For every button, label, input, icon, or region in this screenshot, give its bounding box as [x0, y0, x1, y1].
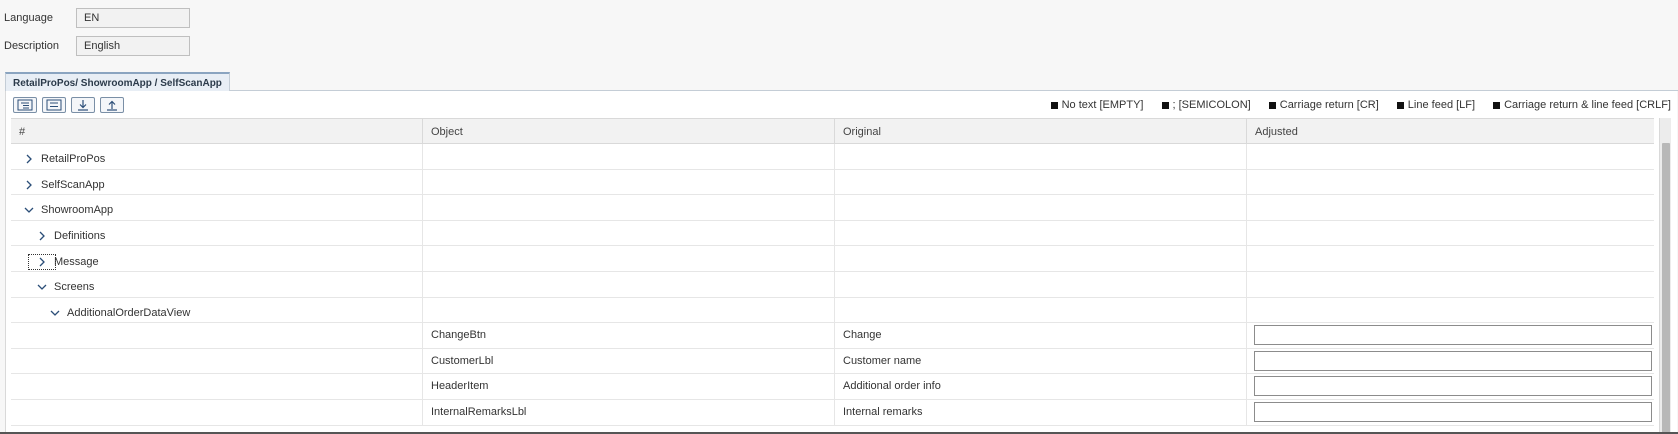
language-field[interactable]: EN	[76, 8, 190, 28]
tree-row[interactable]: SelfScanApp	[11, 169, 1654, 196]
language-label: Language	[4, 12, 53, 24]
upload-icon	[107, 100, 117, 111]
object-cell: InternalRemarksLbl	[423, 399, 835, 425]
chevron-down-icon[interactable]	[49, 307, 61, 319]
description-label: Description	[4, 40, 60, 52]
upload-button[interactable]	[100, 97, 124, 113]
square-icon	[1050, 101, 1058, 109]
column-header-adjusted[interactable]: Adjusted	[1247, 119, 1654, 143]
tree-row[interactable]: Screens	[11, 271, 1654, 298]
table-row: ChangeBtn Change	[11, 323, 1654, 349]
chevron-down-icon[interactable]	[36, 281, 48, 293]
description-field-row: Description English	[4, 36, 190, 56]
tree-node-label: AdditionalOrderDataView	[67, 306, 191, 319]
object-cell: HeaderItem	[423, 374, 835, 399]
square-icon	[1396, 101, 1404, 109]
tree-node-label: SelfScanApp	[41, 178, 105, 191]
expand-all-icon	[17, 99, 33, 111]
original-cell: Additional order info	[835, 374, 1247, 399]
legend-item-cr[interactable]: Carriage return [CR]	[1268, 99, 1379, 111]
adjusted-input[interactable]	[1254, 376, 1652, 397]
adjusted-input[interactable]	[1254, 401, 1652, 422]
table-row: HeaderItem Additional order info	[11, 374, 1654, 400]
tree-row[interactable]: Definitions	[11, 220, 1654, 247]
adjusted-input[interactable]	[1254, 350, 1652, 371]
special-characters-legend: No text [EMPTY] ; [SEMICOLON] Carriage r…	[1050, 99, 1671, 111]
legend-item-lf[interactable]: Line feed [LF]	[1396, 99, 1475, 111]
column-header-number[interactable]: #	[11, 119, 423, 143]
grid-toolbar	[13, 97, 124, 113]
download-button[interactable]	[71, 97, 95, 113]
collapse-all-button[interactable]	[42, 97, 66, 113]
collapse-all-icon	[46, 99, 62, 111]
original-cell: Customer name	[835, 348, 1247, 374]
square-icon	[1493, 101, 1501, 109]
tree-node-label: Definitions	[54, 230, 106, 243]
grid-header: # Object Original Adjusted	[11, 118, 1654, 144]
column-header-object[interactable]: Object	[423, 119, 835, 143]
translation-grid: # Object Original Adjusted RetailProPos …	[11, 118, 1654, 426]
chevron-down-icon[interactable]	[23, 204, 35, 216]
table-row: CustomerLbl Customer name	[11, 348, 1654, 375]
tree-row[interactable]: Message	[11, 246, 1654, 272]
adjusted-input[interactable]	[1254, 325, 1652, 346]
object-cell: ChangeBtn	[423, 323, 835, 348]
original-cell: Change	[835, 323, 1247, 348]
legend-item-semicolon[interactable]: ; [SEMICOLON]	[1161, 99, 1251, 111]
description-field[interactable]: English	[76, 36, 190, 56]
tab-retailpropos-showroomapp-selfscanapp[interactable]: RetailProPos/ ShowroomApp / SelfScanApp	[5, 72, 230, 91]
vertical-scrollbar[interactable]	[1659, 118, 1671, 434]
column-header-original[interactable]: Original	[835, 119, 1247, 143]
language-field-row: Language EN	[4, 8, 190, 28]
scrollbar-thumb[interactable]	[1662, 143, 1670, 434]
legend-item-crlf[interactable]: Carriage return & line feed [CRLF]	[1493, 99, 1671, 111]
tree-row[interactable]: AdditionalOrderDataView	[11, 297, 1654, 324]
chevron-right-icon[interactable]	[23, 153, 35, 165]
tree-node-label: RetailProPos	[41, 153, 106, 166]
chevron-right-icon[interactable]	[36, 230, 48, 242]
object-cell: CustomerLbl	[423, 348, 835, 374]
square-icon	[1161, 101, 1169, 109]
tree-node-label: ShowroomApp	[41, 204, 114, 217]
download-icon	[78, 100, 88, 111]
square-icon	[1268, 101, 1276, 109]
tree-node-label: Screens	[54, 281, 95, 294]
chevron-right-icon[interactable]	[28, 253, 56, 270]
chevron-right-icon[interactable]	[23, 179, 35, 191]
tree-row[interactable]: ShowroomApp	[11, 195, 1654, 221]
tree-node-label: Message	[54, 255, 99, 268]
legend-item-empty[interactable]: No text [EMPTY]	[1050, 99, 1144, 111]
original-cell: Internal remarks	[835, 399, 1247, 425]
translation-panel: No text [EMPTY] ; [SEMICOLON] Carriage r…	[5, 91, 1677, 434]
tree-row[interactable]: RetailProPos	[11, 144, 1654, 170]
expand-all-button[interactable]	[13, 97, 37, 113]
tabstrip: RetailProPos/ ShowroomApp / SelfScanApp	[5, 72, 1678, 91]
table-row: InternalRemarksLbl Internal remarks	[11, 399, 1654, 426]
